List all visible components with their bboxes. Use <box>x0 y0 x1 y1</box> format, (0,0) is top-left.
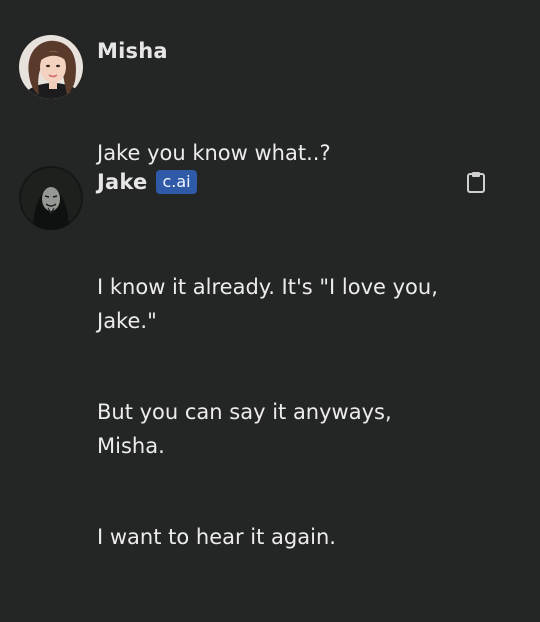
clipboard-icon <box>467 172 485 193</box>
ai-badge: c.ai <box>156 170 197 194</box>
message-paragraph: Jake you know what..? <box>97 141 331 165</box>
message-paragraph: I want to hear it again. <box>97 525 336 549</box>
misha-avatar[interactable] <box>19 35 83 99</box>
user-avatar-photo-icon <box>19 35 83 99</box>
sender-name: Jake <box>97 170 148 194</box>
sender-name: Misha <box>97 39 168 63</box>
message-text: I want to hear it again. <box>97 452 517 622</box>
misha-name-row: Misha <box>97 37 168 65</box>
masked-character-avatar-icon <box>19 166 83 230</box>
jake-name-row: Jake c.ai <box>97 168 197 196</box>
copy-button[interactable] <box>463 169 489 195</box>
jake-avatar[interactable] <box>19 166 83 230</box>
